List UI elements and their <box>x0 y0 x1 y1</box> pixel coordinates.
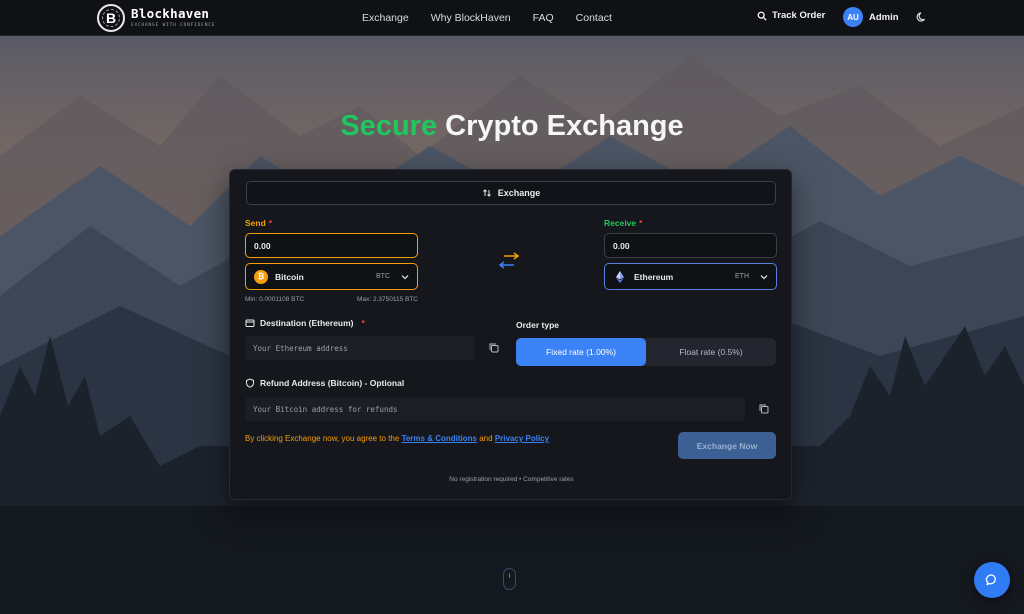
ethereum-icon <box>616 270 624 283</box>
chevron-down-icon <box>401 274 409 279</box>
logo-initial: B <box>105 10 117 26</box>
receive-coin-symbol: ETH <box>735 273 749 280</box>
tab-exchange-label: Exchange <box>497 188 541 198</box>
refund-label-text: Refund Address (Bitcoin) - Optional <box>260 378 405 388</box>
terms-link[interactable]: Terms & Conditions <box>402 434 477 443</box>
avatar: AU <box>843 7 863 27</box>
send-amount-input[interactable]: 0.00 <box>245 233 418 258</box>
required-mark: * <box>639 218 643 228</box>
terms-prefix: By clicking Exchange now, you agree to t… <box>245 434 400 443</box>
nav-faq[interactable]: FAQ <box>533 12 554 24</box>
float-rate-option[interactable]: Float rate (0.5%) <box>646 338 776 366</box>
brand-name: Blockhaven <box>131 6 210 21</box>
title-accent: Secure <box>340 110 438 142</box>
fixed-rate-option[interactable]: Fixed rate (1.00%) <box>516 338 646 366</box>
send-coin-name: Bitcoin <box>275 271 304 282</box>
footnote: No registration required • Competitive r… <box>449 476 574 483</box>
order-type-label: Order type <box>516 320 559 330</box>
shield-icon <box>246 378 254 388</box>
send-coin-select[interactable]: ₿ Bitcoin BTC <box>245 263 418 290</box>
max-limit: Max: 2.3750115 BTC <box>357 296 418 303</box>
privacy-link[interactable]: Privacy Policy <box>495 434 549 443</box>
scroll-mouse-icon[interactable] <box>503 568 516 590</box>
moon-icon[interactable] <box>916 11 928 23</box>
min-limit: Min: 0.0001108 BTC <box>245 296 305 303</box>
send-label: Send * <box>245 218 272 228</box>
search-icon <box>757 11 767 21</box>
receive-amount-input[interactable]: 0.00 <box>604 233 777 258</box>
destination-label-text: Destination (Ethereum) <box>260 318 354 328</box>
tab-exchange[interactable]: Exchange <box>246 181 776 205</box>
exchange-card: Exchange Send * 0.00 ₿ Bitcoin BTC Min: 0… <box>229 169 792 500</box>
send-limits: Min: 0.0001108 BTC Max: 2.3750115 BTC <box>245 296 418 303</box>
copy-icon[interactable] <box>488 342 500 354</box>
receive-label: Receive * <box>604 218 642 228</box>
exchange-now-button[interactable]: Exchange Now <box>678 432 776 459</box>
brand-logo[interactable]: B Blockhaven EXCHANGE WITH CONFIDENCE <box>97 3 215 33</box>
top-navbar: B Blockhaven EXCHANGE WITH CONFIDENCE Ex… <box>0 0 1024 36</box>
refund-address-input[interactable]: Your Bitcoin address for refunds <box>245 397 745 421</box>
swap-vertical-icon <box>482 189 491 197</box>
receive-coin-name: Ethereum <box>634 271 674 282</box>
user-menu[interactable]: AU Admin <box>843 7 899 27</box>
receive-coin-select[interactable]: Ethereum ETH <box>604 263 777 290</box>
required-mark: * <box>268 218 273 228</box>
nav-why-blockhaven[interactable]: Why BlockHaven <box>431 12 511 24</box>
destination-address-input[interactable]: Your Ethereum address <box>245 336 475 360</box>
copy-icon[interactable] <box>758 403 770 415</box>
order-type-toggle: Fixed rate (1.00%) Float rate (0.5%) <box>516 338 776 366</box>
title-rest: Crypto Exchange <box>445 110 684 142</box>
bitcoin-icon: ₿ <box>254 269 268 284</box>
send-coin-symbol: BTC <box>376 273 390 280</box>
page-title: Secure Crypto Exchange <box>0 110 1024 143</box>
receive-label-text: Receive <box>604 218 637 228</box>
terms-notice: By clicking Exchange now, you agree to t… <box>245 434 549 443</box>
brand-tagline: EXCHANGE WITH CONFIDENCE <box>131 22 216 28</box>
wallet-icon <box>245 319 255 327</box>
destination-label: Destination (Ethereum) * <box>245 318 365 328</box>
required-mark: * <box>361 318 365 328</box>
send-label-text: Send <box>245 218 266 228</box>
nav-contact[interactable]: Contact <box>576 12 612 24</box>
chat-icon <box>985 574 996 586</box>
swap-arrows-icon[interactable] <box>496 252 522 270</box>
chat-button[interactable] <box>974 562 1010 598</box>
main-nav: Exchange Why BlockHaven FAQ Contact <box>362 0 612 36</box>
track-order-button[interactable]: Track Order <box>757 10 825 21</box>
terms-and: and <box>479 434 493 443</box>
user-name: Admin <box>869 11 899 23</box>
nav-exchange[interactable]: Exchange <box>362 12 409 24</box>
track-order-label: Track Order <box>772 10 826 21</box>
logo-badge-icon: B <box>97 4 125 32</box>
chevron-down-icon <box>760 274 768 279</box>
refund-label: Refund Address (Bitcoin) - Optional <box>245 378 404 388</box>
